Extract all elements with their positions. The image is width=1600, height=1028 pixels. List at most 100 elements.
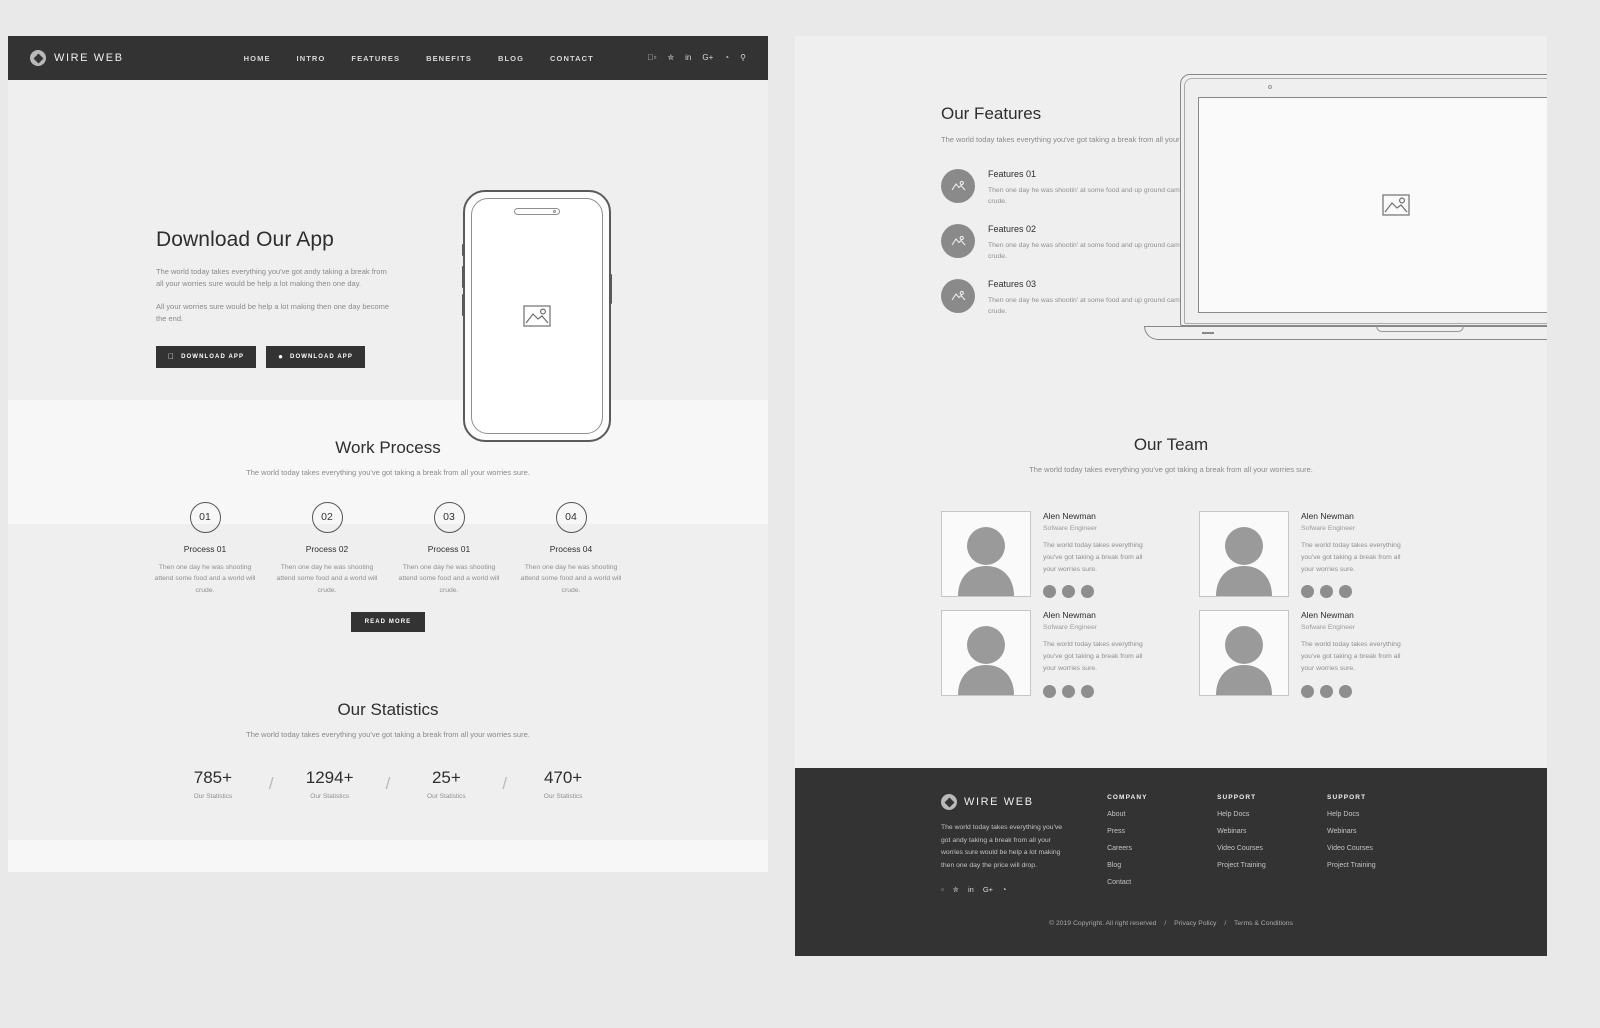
process-step-number: 01 — [189, 501, 221, 533]
team-member-socials — [1043, 585, 1143, 599]
statistic-separator: / — [268, 774, 274, 794]
footer-link-help-docs[interactable]: Help Docs — [1217, 811, 1291, 818]
nav-item-intro[interactable]: INTRO — [297, 54, 326, 63]
phone-button-power — [610, 274, 612, 304]
social-icon-facebook[interactable] — [1301, 585, 1314, 599]
read-more-wrap: READ MORE — [8, 610, 768, 633]
social-icon-linkedin[interactable] — [1081, 685, 1094, 699]
footer-divider: / — [1164, 919, 1167, 927]
social-icon-facebook[interactable] — [1043, 585, 1056, 599]
main-navigation: HOME INTRO FEATURES BENEFITS BLOG CONTAC… — [244, 54, 594, 63]
process-step[interactable]: 02 Process 02 Then one day he was shooti… — [266, 501, 388, 597]
process-step[interactable]: 03 Process 01 Then one day he was shooti… — [388, 501, 510, 597]
nav-item-home[interactable]: HOME — [244, 54, 271, 63]
twitter-icon[interactable]: ✮ — [953, 886, 959, 894]
nav-item-benefits[interactable]: BENEFITS — [426, 54, 472, 63]
phone-button-volume-down — [462, 294, 464, 316]
process-row: 01 Process 01 Then one day he was shooti… — [8, 501, 768, 597]
footer-link-help-docs[interactable]: Help Docs — [1327, 811, 1401, 818]
footer-link-careers[interactable]: Careers — [1107, 845, 1181, 852]
download-app-apple-button[interactable]:  DOWNLOAD APP — [156, 345, 257, 368]
logo-mark-icon — [941, 794, 957, 810]
read-more-button[interactable]: READ MORE — [350, 612, 426, 633]
team-member-card[interactable]: Alen Newman Sofware Engineer The world t… — [1199, 510, 1401, 599]
phone-mockup — [462, 190, 612, 442]
statistic-value: 785+ — [193, 768, 233, 788]
team-grid: Alen Newman Sofware Engineer The world t… — [795, 477, 1547, 699]
hero-copy: Download Our App The world today takes e… — [156, 228, 396, 368]
image-icon — [941, 168, 975, 203]
footer-link-webinars[interactable]: Webinars — [1217, 828, 1291, 835]
social-icon-facebook[interactable] — [1043, 685, 1056, 699]
image-placeholder-icon — [523, 305, 551, 327]
footer-link-contact[interactable]: Contact — [1107, 879, 1181, 886]
team-member-card[interactable]: Alen Newman Sofware Engineer The world t… — [1199, 610, 1401, 699]
social-icon-linkedin[interactable] — [1081, 585, 1094, 599]
process-step-desc: Then one day he was shooting attend some… — [154, 563, 256, 594]
work-process-title: Work Process — [335, 438, 441, 457]
page-canvas: WIRE WEB HOME INTRO FEATURES BENEFITS BL… — [0, 0, 1600, 1028]
hero-paragraph-2: All your worries sure would be help a lo… — [156, 301, 390, 324]
footer-link-webinars[interactable]: Webinars — [1327, 828, 1401, 835]
terms-conditions-link[interactable]: Terms & Conditions — [1234, 920, 1293, 927]
social-icon-facebook[interactable] — [1301, 685, 1314, 699]
rss-icon[interactable]: ◔ — [724, 54, 729, 62]
footer-link-project-training[interactable]: Project Training — [1217, 862, 1291, 869]
site-logo[interactable]: WIRE WEB — [30, 50, 124, 66]
process-step-number: 02 — [311, 501, 343, 533]
brand-name: WIRE WEB — [54, 52, 124, 64]
work-process-header: Work Process The world today takes every… — [8, 400, 768, 480]
footer-link-project-training[interactable]: Project Training — [1327, 862, 1401, 869]
rss-icon[interactable]: ◔ — [1002, 886, 1007, 894]
process-step-number: 03 — [433, 501, 465, 533]
nav-item-contact[interactable]: CONTACT — [550, 54, 594, 63]
linkedin-icon[interactable]: in — [685, 54, 691, 62]
laptop-camera-icon — [1268, 85, 1272, 89]
social-icon-twitter[interactable] — [1320, 685, 1333, 699]
statistic-label: Our Statistics — [543, 793, 583, 801]
download-app-android-button[interactable]: ● DOWNLOAD APP — [266, 345, 366, 368]
nav-item-features[interactable]: FEATURES — [351, 54, 400, 63]
footer-column-title: SUPPORT — [1217, 794, 1257, 801]
features-section: Our Features The world today takes every… — [795, 36, 1547, 381]
team-member-name: Alen Newman — [1043, 610, 1096, 621]
social-icon-twitter[interactable] — [1062, 585, 1075, 599]
hero-section: Download Our App The world today takes e… — [8, 80, 768, 442]
footer-link-video-courses[interactable]: Video Courses — [1327, 845, 1401, 852]
linkedin-icon[interactable]: in — [968, 886, 974, 894]
avatar — [941, 610, 1031, 697]
nav-item-blog[interactable]: BLOG — [498, 54, 524, 63]
copyright-text: © 2019 Copyright. All right reserved — [1049, 919, 1157, 927]
team-header: Our Team The world today takes everythin… — [795, 381, 1547, 477]
footer-link-blog[interactable]: Blog — [1107, 862, 1181, 869]
statistic-item: 1294+ Our Statistics — [276, 768, 384, 800]
statistic-label: Our Statistics — [427, 793, 466, 801]
team-member-card[interactable]: Alen Newman Sofware Engineer The world t… — [941, 510, 1143, 599]
google-plus-icon[interactable]: G+ — [983, 886, 993, 894]
footer-link-video-courses[interactable]: Video Courses — [1217, 845, 1291, 852]
twitter-icon[interactable]: ✮ — [667, 54, 674, 62]
search-icon[interactable]: ⚲ — [740, 54, 746, 62]
team-member-role: Sofware Engineer — [1043, 524, 1098, 532]
process-step[interactable]: 04 Process 04 Then one day he was shooti… — [510, 501, 632, 597]
process-step[interactable]: 01 Process 01 Then one day he was shooti… — [144, 501, 266, 597]
google-plus-icon[interactable]: G+ — [702, 54, 713, 62]
facebook-icon[interactable]: ▫ — [648, 54, 657, 62]
footer-logo[interactable]: WIRE WEB — [941, 794, 1071, 810]
android-icon: ● — [278, 352, 284, 361]
footer-link-press[interactable]: Press — [1107, 828, 1181, 835]
hero-paragraph-1: The world today takes everything you've … — [156, 267, 387, 289]
process-step-desc: Then one day he was shooting attend some… — [276, 563, 378, 594]
social-icon-linkedin[interactable] — [1339, 685, 1352, 699]
privacy-policy-link[interactable]: Privacy Policy — [1174, 920, 1216, 927]
footer-brand-name: WIRE WEB — [964, 796, 1034, 808]
social-icon-linkedin[interactable] — [1339, 585, 1352, 599]
facebook-icon[interactable]: ▫ — [941, 886, 944, 894]
social-icon-twitter[interactable] — [1062, 685, 1075, 699]
process-step-name: Process 02 — [305, 543, 349, 554]
team-member-card[interactable]: Alen Newman Sofware Engineer The world t… — [941, 610, 1143, 699]
social-icon-twitter[interactable] — [1320, 585, 1333, 599]
footer-link-about[interactable]: About — [1107, 811, 1181, 818]
team-member-name: Alen Newman — [1043, 510, 1096, 521]
left-page-preview: WIRE WEB HOME INTRO FEATURES BENEFITS BL… — [8, 36, 768, 872]
